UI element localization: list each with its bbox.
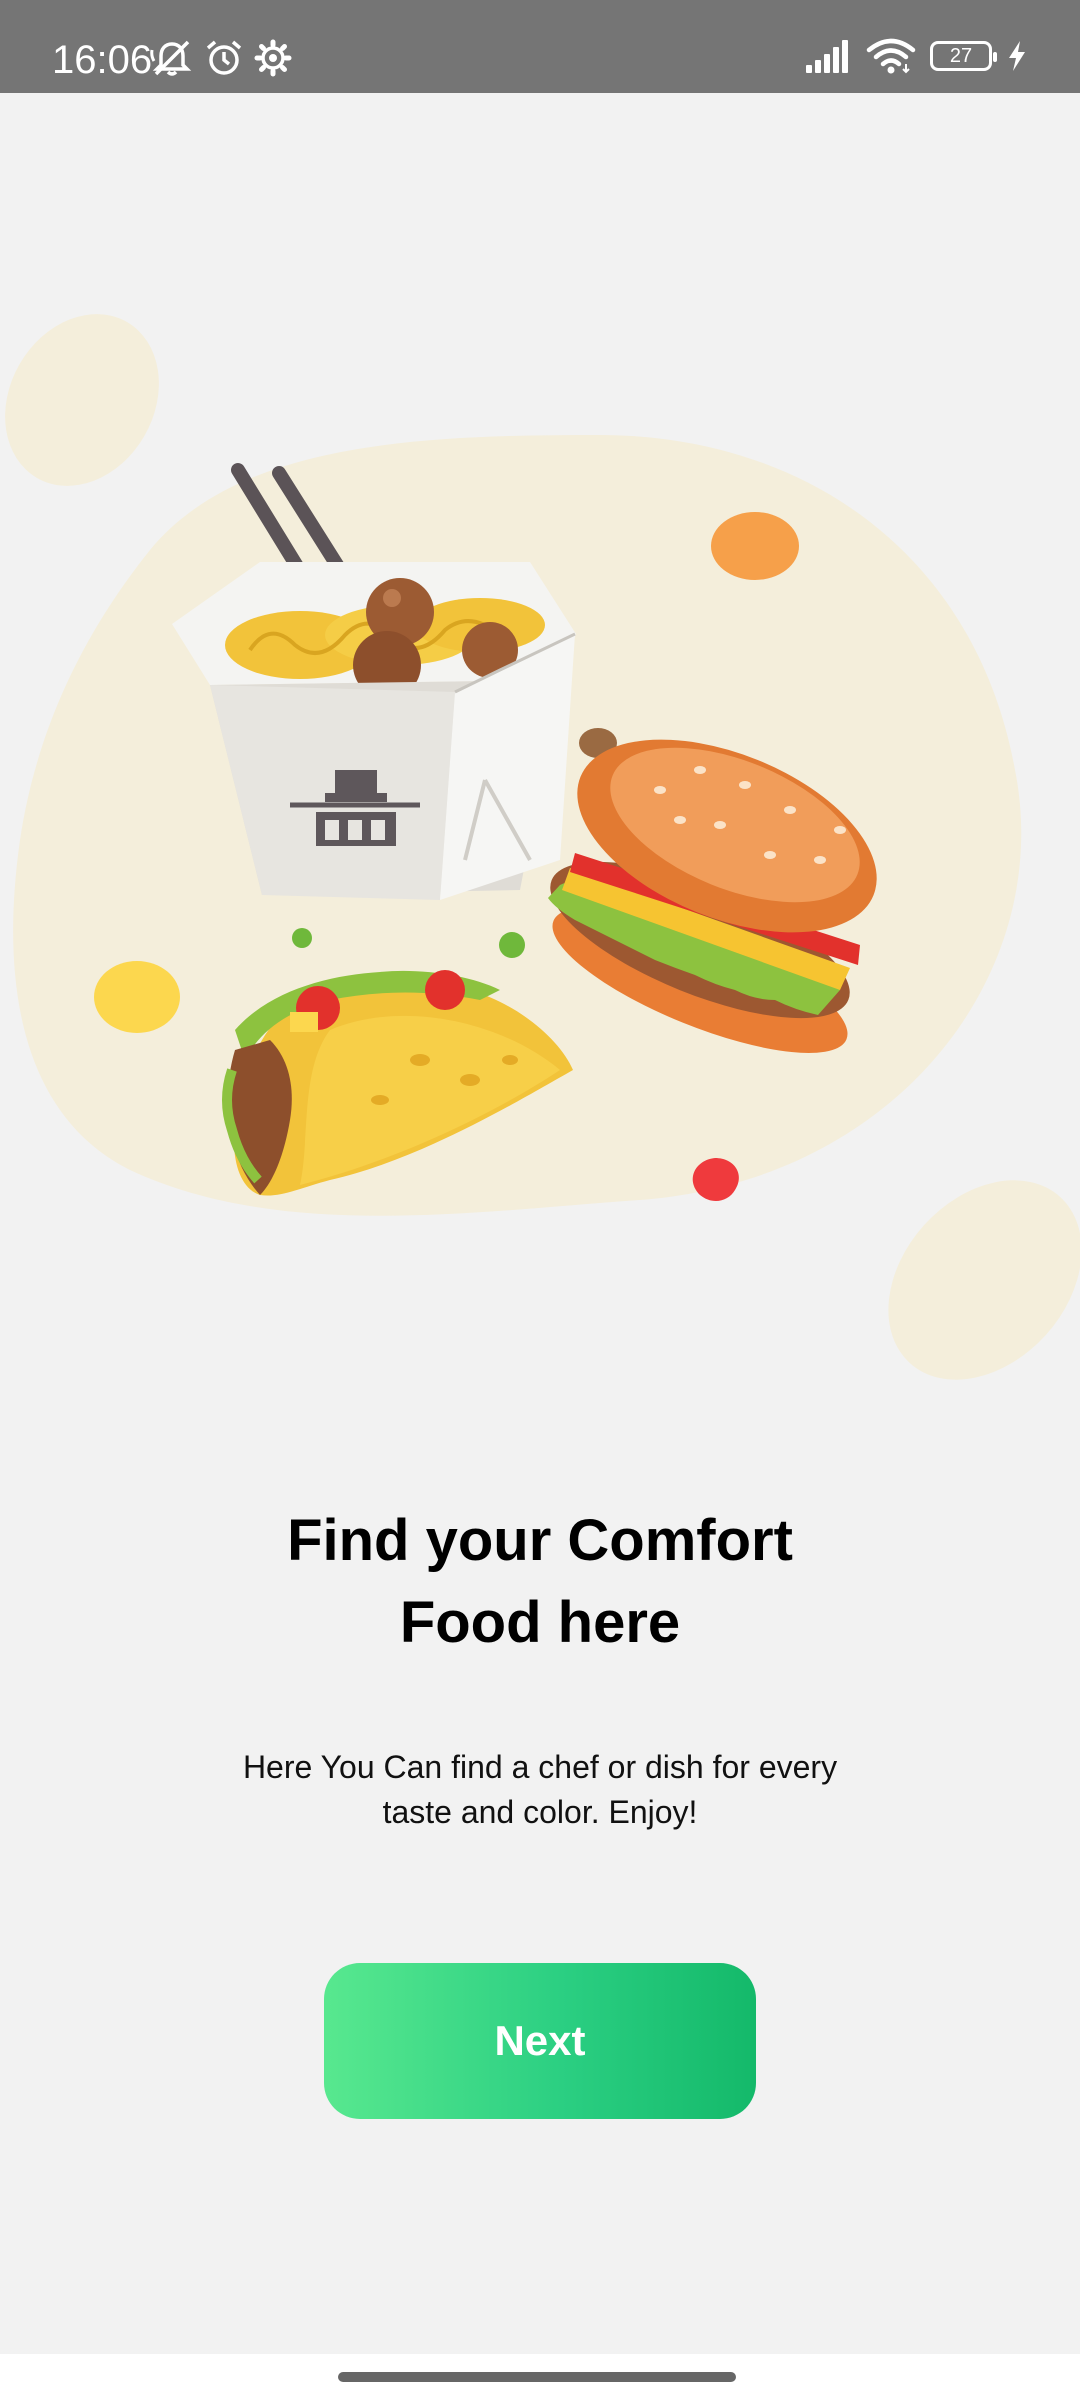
battery-icon: 27 bbox=[930, 41, 997, 71]
status-right-icons: 27 bbox=[804, 38, 1028, 74]
battery-level: 27 bbox=[949, 45, 973, 67]
small-blob-left bbox=[5, 314, 159, 486]
wifi-icon bbox=[866, 38, 916, 74]
description-line-1: Here You Can find a chef or dish for eve… bbox=[242, 1749, 838, 1785]
settings-icon bbox=[254, 39, 292, 77]
home-indicator[interactable] bbox=[338, 2372, 736, 2382]
status-left-icons bbox=[150, 38, 292, 78]
status-time: 16:06 bbox=[52, 38, 153, 82]
next-button[interactable]: Next bbox=[324, 1963, 756, 2119]
green-dot-1 bbox=[292, 928, 312, 948]
food-illustration bbox=[5, 314, 1080, 1380]
red-dot bbox=[692, 1158, 739, 1202]
mute-icon bbox=[150, 40, 192, 76]
orange-dot bbox=[711, 512, 799, 580]
description-line-2: taste and color. Enjoy! bbox=[382, 1794, 698, 1830]
signal-icon bbox=[806, 40, 848, 73]
onboarding-title: Find your Comfort Food here bbox=[140, 1500, 940, 1664]
alarm-icon bbox=[206, 40, 242, 75]
title-line-2: Food here bbox=[399, 1590, 681, 1655]
yellow-dot bbox=[94, 961, 180, 1033]
title-line-1: Find your Comfort bbox=[287, 1508, 793, 1573]
onboarding-description: Here You Can find a chef or dish for eve… bbox=[190, 1745, 890, 1835]
charging-icon bbox=[1009, 41, 1025, 71]
small-blob-right bbox=[888, 1180, 1080, 1380]
green-dot-2 bbox=[499, 932, 525, 958]
status-bar: 16:06 27 bbox=[0, 0, 1080, 93]
